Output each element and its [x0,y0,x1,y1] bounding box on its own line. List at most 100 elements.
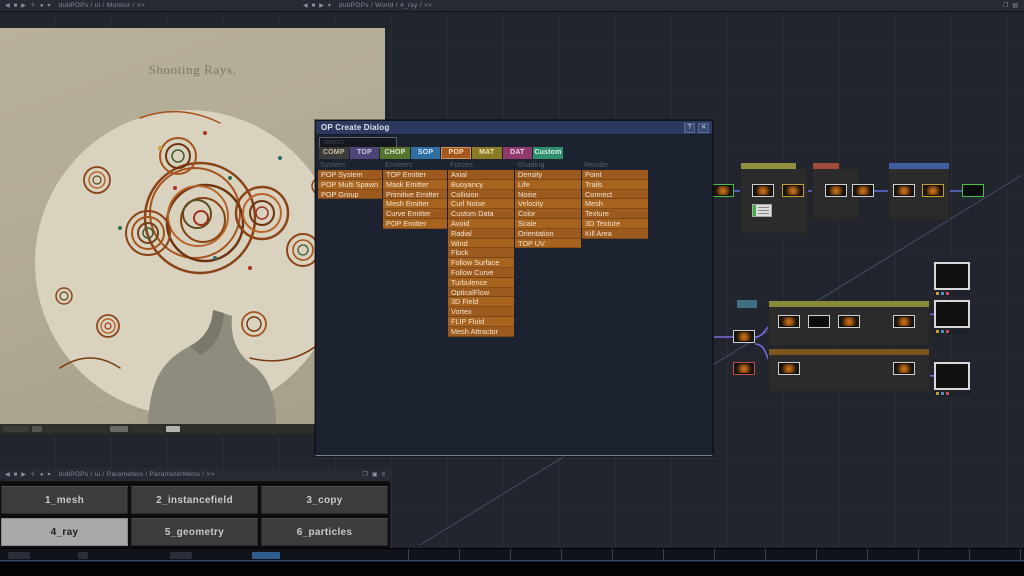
tab-chop[interactable]: CHOP [380,147,410,159]
node[interactable] [922,184,944,197]
stop-icon[interactable]: ■ [14,470,18,480]
chevron-down-icon[interactable]: ▾ [328,1,331,11]
op-item[interactable]: POP System [318,170,382,180]
dialog-titlebar[interactable]: OP Create Dialog ? ✕ [316,121,712,135]
add-icon[interactable]: ＋ [30,1,36,11]
timeline-field[interactable] [78,552,88,559]
record-icon[interactable]: ● [40,1,44,11]
op-item[interactable]: Follow Surface [448,258,514,268]
breadcrumb[interactable]: dubPOPs / World / 4_ray / >> [339,2,432,9]
param-button-2_instancefield[interactable]: 2_instancefield [131,486,258,514]
op-item[interactable]: OpticalFlow [448,288,514,298]
op-item[interactable]: Trails [582,180,648,190]
op-item[interactable]: Orientation [515,229,581,239]
tab-custom[interactable]: Custom [533,147,563,159]
op-item[interactable]: Mask Emitter [383,180,447,190]
breadcrumb[interactable]: dubPOPs / ui / Monitor / >> [59,2,146,9]
op-item[interactable]: POP Emitter [383,219,447,229]
op-item[interactable]: Radial [448,229,514,239]
param-button-4_ray[interactable]: 4_ray [1,518,128,546]
node[interactable] [893,315,915,328]
node[interactable] [733,362,755,375]
op-item[interactable]: Scale [515,219,581,229]
op-item[interactable]: FLIP Fluid [448,317,514,327]
menu-icon[interactable]: ≡ [381,470,385,480]
node[interactable] [934,362,970,390]
op-item[interactable]: Vortex [448,307,514,317]
op-item[interactable]: Life [515,180,581,190]
op-item[interactable]: Mesh Attractor [448,327,514,337]
op-item[interactable]: Velocity [515,199,581,209]
tab-mat[interactable]: MAT [472,147,502,159]
node[interactable] [838,315,860,328]
node[interactable] [808,315,830,328]
tab-comp[interactable]: COMP [319,147,349,159]
op-item[interactable]: 3D Texture [582,219,648,229]
op-item[interactable]: Connect [582,190,648,200]
back-icon[interactable]: ◀ [5,1,10,11]
op-item[interactable]: Primitive Emitter [383,190,447,200]
op-item[interactable]: 3D Field [448,297,514,307]
op-item[interactable]: TOP UV [515,239,581,249]
op-item[interactable]: Turbulence [448,278,514,288]
chevron-down-icon[interactable]: ▾ [48,470,51,480]
node[interactable] [778,362,800,375]
help-button[interactable]: ? [684,123,695,133]
op-item[interactable]: POP Multi Spawn [318,180,382,190]
op-item[interactable]: Noise [515,190,581,200]
tab-dat[interactable]: DAT [503,147,533,159]
param-button-6_particles[interactable]: 6_particles [261,518,388,546]
play-icon[interactable]: ▶ [21,470,26,480]
tab-sop[interactable]: SOP [411,147,441,159]
node[interactable] [852,184,874,197]
close-button[interactable]: ✕ [698,123,709,133]
layout-icon[interactable]: ❐ [1003,1,1008,11]
node[interactable] [825,184,847,197]
node[interactable] [778,315,800,328]
param-button-5_geometry[interactable]: 5_geometry [131,518,258,546]
op-item[interactable]: Mesh Emitter [383,199,447,209]
op-item[interactable]: Flock [448,248,514,258]
node[interactable] [934,262,970,290]
breadcrumb[interactable]: dubPOPs / ui / Parameters / ParameterMen… [59,471,215,478]
op-item[interactable]: Kill Area [582,229,648,239]
timeline-field[interactable] [8,552,30,559]
back-icon[interactable]: ◀ [303,1,308,11]
network-group-box[interactable] [740,168,808,234]
add-icon[interactable]: ＋ [30,470,36,480]
op-item[interactable]: Texture [582,209,648,219]
back-icon[interactable]: ◀ [5,470,10,480]
op-item[interactable]: Custom Data [448,209,514,219]
record-icon[interactable]: ● [40,470,44,480]
node[interactable] [752,204,772,217]
node[interactable] [782,184,804,197]
play-icon[interactable]: ▶ [319,1,324,11]
node[interactable] [962,184,984,197]
timeline-frame-field[interactable] [252,552,280,559]
node[interactable] [893,362,915,375]
op-item[interactable]: Curve Emitter [383,209,447,219]
timeline-field[interactable] [170,552,192,559]
panel-icon[interactable]: ▤ [1012,1,1018,11]
node[interactable] [934,300,970,328]
op-item[interactable]: POP Group [318,190,382,200]
op-item[interactable]: Collision [448,190,514,200]
param-button-1_mesh[interactable]: 1_mesh [1,486,128,514]
op-item[interactable]: Color [515,209,581,219]
op-item[interactable]: TOP Emitter [383,170,447,180]
stop-icon[interactable]: ■ [14,1,18,11]
op-item[interactable]: Wind [448,239,514,249]
timeline-ruler[interactable] [358,549,1022,560]
op-item[interactable]: Avoid [448,219,514,229]
float-window-icon[interactable]: ❐ [362,470,367,480]
node[interactable] [893,184,915,197]
tab-pop[interactable]: POP [441,147,471,159]
stop-icon[interactable]: ■ [312,1,316,11]
op-item[interactable]: Axial [448,170,514,180]
node[interactable] [712,184,734,197]
op-item[interactable]: Follow Curve [448,268,514,278]
timeline-bar[interactable] [0,548,1024,561]
op-item[interactable]: Curl Noise [448,199,514,209]
op-item[interactable]: Point [582,170,648,180]
op-item[interactable]: Mesh [582,199,648,209]
